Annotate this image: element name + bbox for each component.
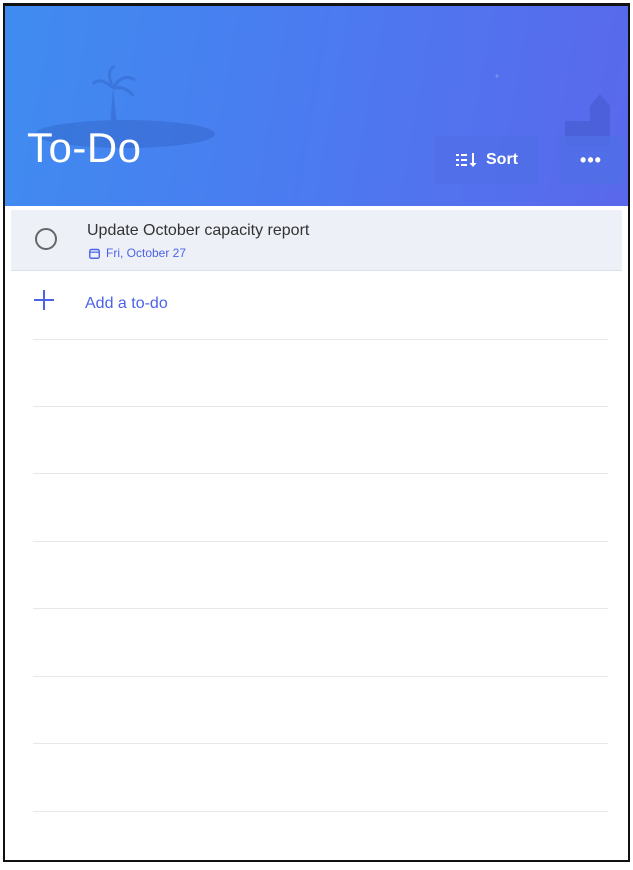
- list-divider: [33, 676, 608, 677]
- plus-icon: [34, 290, 54, 310]
- list-divider: [33, 811, 608, 812]
- sort-button-label: Sort: [486, 151, 518, 168]
- list-divider: [33, 473, 608, 474]
- list-divider: [33, 406, 608, 407]
- list-divider: [33, 541, 608, 542]
- task-item[interactable]: Update October capacity report Fri, Octo…: [11, 210, 622, 271]
- calendar-icon: [89, 248, 100, 259]
- list-title: To-Do: [27, 124, 142, 171]
- task-title: Update October capacity report: [87, 222, 310, 239]
- list-divider: [33, 608, 608, 609]
- task-due-date: Fri, October 27: [89, 246, 186, 260]
- ellipsis-icon: •••: [580, 149, 602, 170]
- sort-button[interactable]: Sort: [435, 136, 539, 184]
- list-header: To-Do Sort •••: [5, 6, 628, 206]
- add-todo-row[interactable]: Add a to-do: [5, 271, 628, 335]
- task-due-date-label: Fri, October 27: [106, 246, 187, 260]
- task-complete-checkbox[interactable]: [35, 228, 57, 250]
- todo-window: To-Do Sort ••• Update October capacity r…: [3, 3, 630, 862]
- list-divider: [33, 743, 608, 744]
- add-todo-label: Add a to-do: [85, 295, 168, 312]
- list-divider: [33, 339, 608, 340]
- sort-icon: [456, 153, 477, 167]
- more-options-button[interactable]: •••: [559, 136, 623, 184]
